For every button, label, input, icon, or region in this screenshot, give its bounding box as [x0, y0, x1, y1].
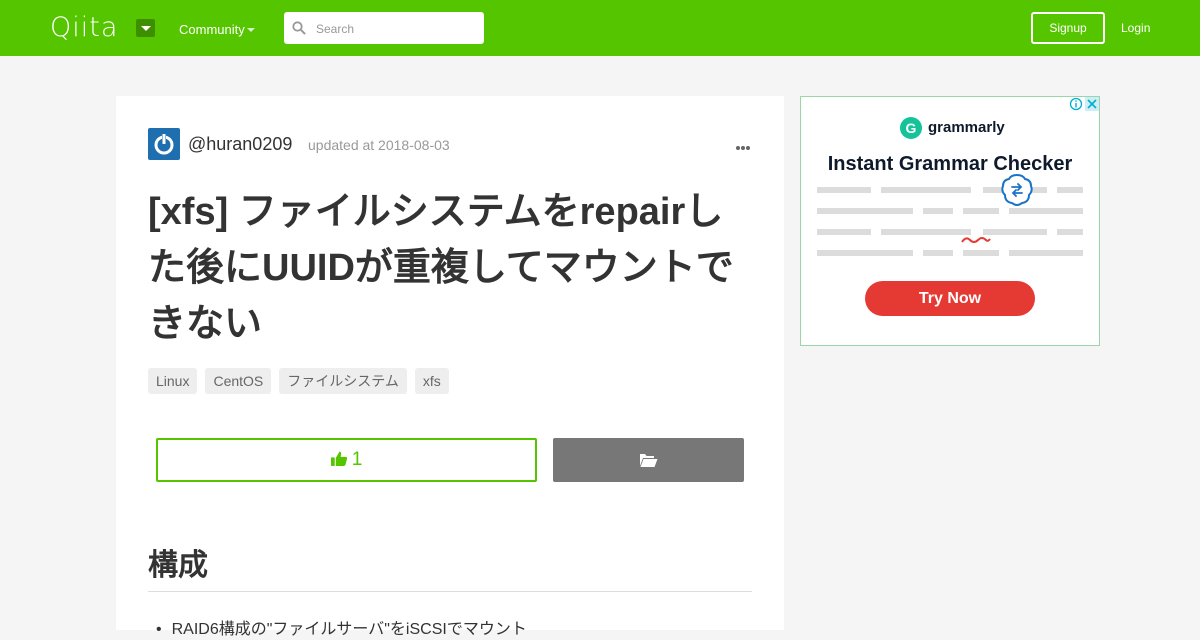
folder-open-icon	[640, 454, 658, 467]
thumbs-up-icon	[330, 451, 347, 466]
grammarly-logo-icon: G	[900, 117, 922, 139]
qiita-logo[interactable]: Qiita	[50, 12, 118, 44]
logo-dropdown-button[interactable]	[136, 19, 155, 37]
section-divider	[148, 591, 752, 592]
try-now-button[interactable]: Try Now	[865, 281, 1035, 316]
section-heading: 構成	[148, 549, 208, 582]
article-card: @huran0209 updated at 2018-08-03 [xfs] フ…	[116, 96, 784, 638]
tag-list: Linux CentOS ファイルシステム xfs	[148, 368, 457, 394]
like-count: 1	[351, 449, 363, 470]
search-box[interactable]	[284, 12, 484, 46]
tag-xfs[interactable]: xfs	[414, 368, 449, 394]
list-item: RAID6構成の"ファイルサーバ"をiSCSIでマウント	[156, 620, 527, 640]
login-link[interactable]: Login	[1121, 20, 1150, 36]
tag-linux[interactable]: Linux	[148, 368, 198, 394]
text-lines-illustration	[817, 187, 1083, 256]
power-icon	[154, 133, 174, 155]
updated-date: updated at 2018-08-03	[308, 137, 450, 153]
signup-button[interactable]: Signup	[1031, 12, 1105, 44]
author-link[interactable]: @huran0209	[188, 133, 292, 155]
site-header: Qiita Community Signup Login	[0, 0, 1200, 56]
search-input[interactable]	[314, 12, 478, 46]
chevron-down-icon	[247, 28, 255, 32]
avatar[interactable]	[148, 128, 180, 160]
tag-centos[interactable]: CentOS	[205, 368, 272, 394]
like-button[interactable]: 1	[156, 438, 537, 482]
more-options-icon[interactable]	[736, 137, 752, 151]
stock-button[interactable]	[553, 438, 744, 482]
article-title: [xfs] ファイルシステムをrepairした後にUUIDが重複してマウントでき…	[148, 191, 734, 345]
squiggle-underline-icon	[961, 237, 991, 243]
community-menu[interactable]: Community	[179, 21, 245, 39]
tag-filesystem[interactable]: ファイルシステム	[279, 368, 407, 394]
grammarly-ad[interactable]: G grammarly Instant Grammar Checker Try …	[800, 96, 1100, 346]
grammarly-badge-icon	[1001, 173, 1033, 206]
ad-info-icon[interactable]	[1069, 97, 1083, 111]
close-icon[interactable]	[1085, 97, 1099, 111]
ad-headline: Instant Grammar Checker	[827, 153, 1073, 175]
search-icon	[292, 21, 306, 35]
ad-brand: grammarly	[928, 119, 1005, 136]
